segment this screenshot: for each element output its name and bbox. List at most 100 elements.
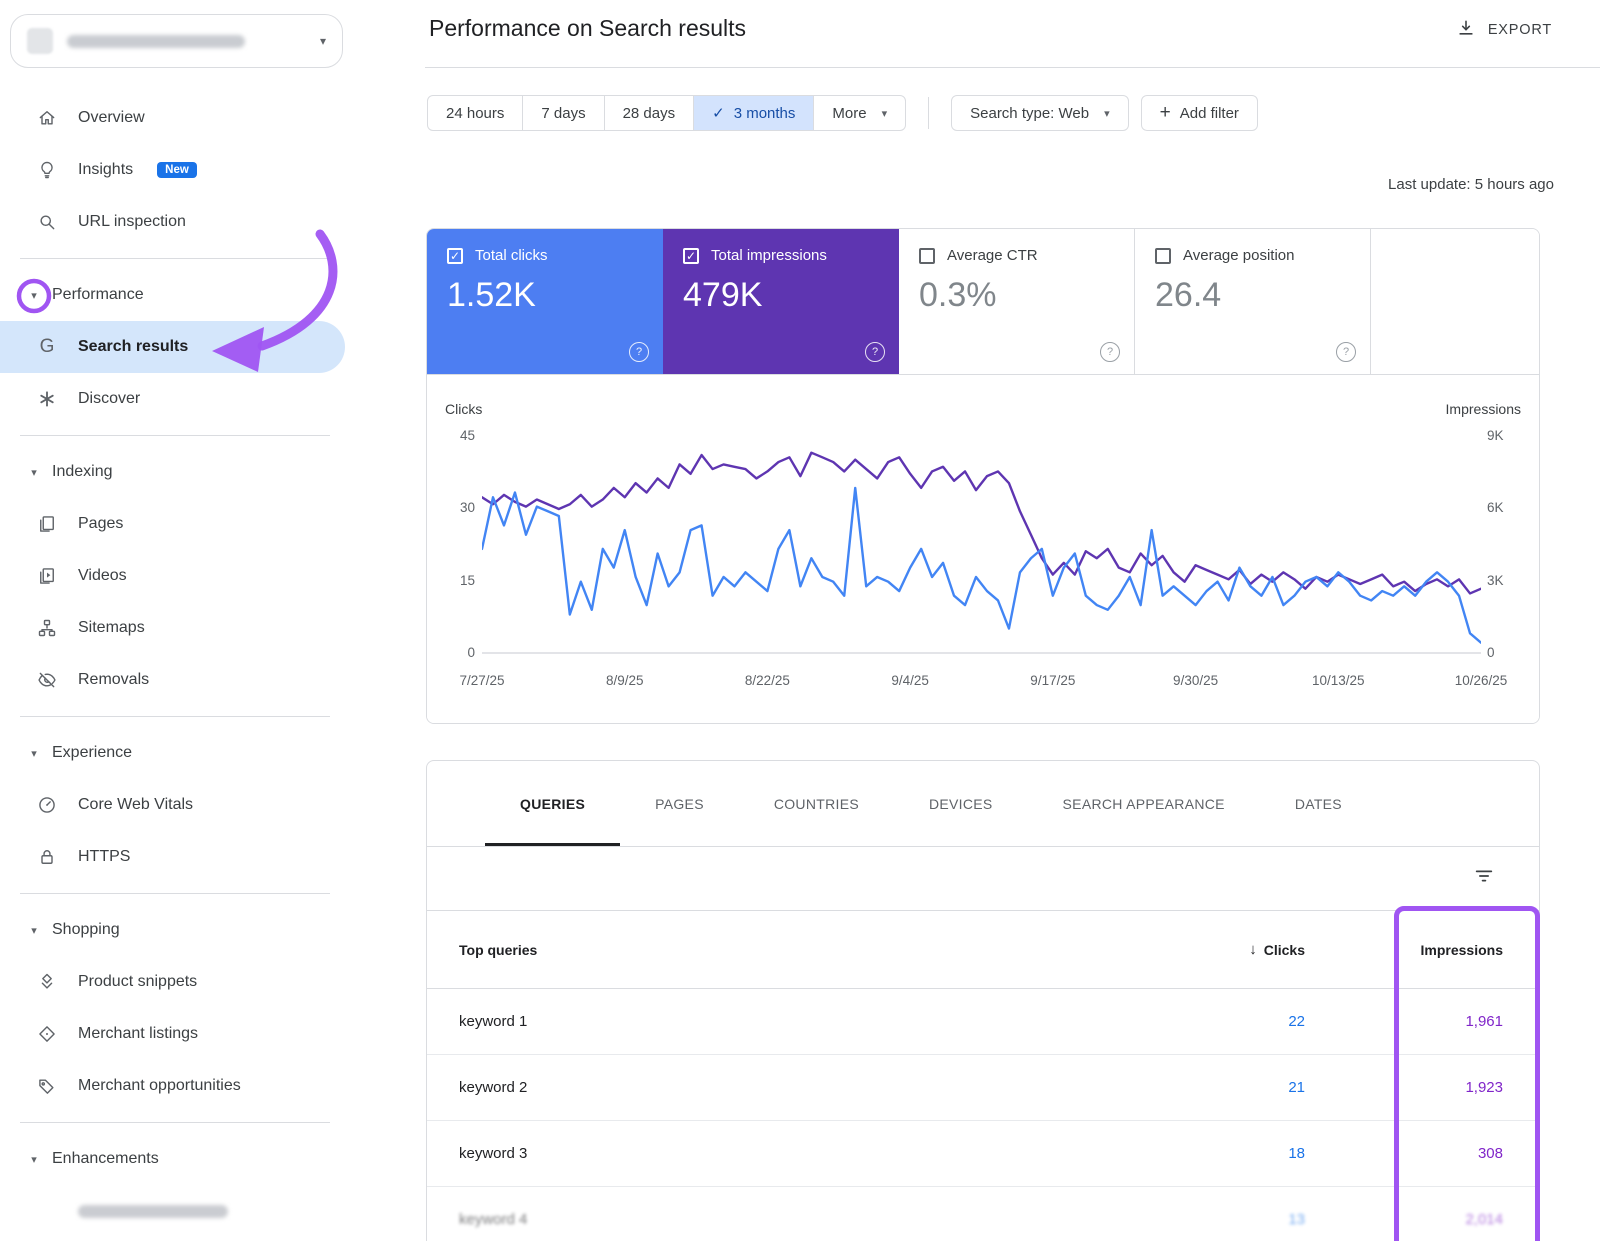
performance-panel: ✓ Total clicks 1.52K ? ✓ Total impressio… bbox=[426, 228, 1540, 724]
queries-table-panel: QUERIES PAGES COUNTRIES DEVICES SEARCH A… bbox=[426, 760, 1540, 1241]
sidebar-item-pages[interactable]: Pages bbox=[0, 498, 345, 550]
tab-queries[interactable]: QUERIES bbox=[485, 761, 620, 846]
metric-value: 26.4 bbox=[1155, 276, 1370, 315]
checkbox-checked-icon[interactable]: ✓ bbox=[447, 248, 463, 264]
sidebar-item-merchant-listings[interactable]: Merchant listings bbox=[0, 1008, 345, 1060]
checkbox-unchecked-icon[interactable] bbox=[1155, 248, 1171, 264]
sidebar-item-label: Product snippets bbox=[78, 973, 197, 991]
clicks-cell: 22 bbox=[1065, 1013, 1305, 1030]
y-tick-right: 9K bbox=[1487, 428, 1531, 443]
sidebar-item-label: Merchant opportunities bbox=[78, 1077, 241, 1095]
sidebar-item-label: HTTPS bbox=[78, 848, 130, 866]
export-button[interactable]: EXPORT bbox=[1456, 18, 1552, 42]
sidebar-item-https[interactable]: HTTPS bbox=[0, 831, 345, 883]
chevron-down-icon: ▾ bbox=[24, 747, 44, 760]
total-impressions-card[interactable]: ✓ Total impressions 479K ? bbox=[663, 229, 899, 374]
sidebar-section-experience[interactable]: ▾ Experience bbox=[0, 727, 345, 779]
tab-countries[interactable]: COUNTRIES bbox=[739, 761, 894, 846]
tab-dates[interactable]: DATES bbox=[1260, 761, 1377, 846]
col-header-top-queries[interactable]: Top queries bbox=[427, 942, 1065, 958]
impressions-cell: 1,961 bbox=[1305, 1013, 1539, 1030]
table-tabs: QUERIES PAGES COUNTRIES DEVICES SEARCH A… bbox=[427, 761, 1539, 847]
query-cell: keyword 3 bbox=[427, 1145, 1065, 1162]
property-favicon bbox=[27, 28, 53, 54]
help-icon[interactable]: ? bbox=[1100, 342, 1120, 362]
y-tick-left: 0 bbox=[437, 645, 475, 660]
sidebar-item-redacted[interactable] bbox=[0, 1185, 345, 1237]
filter-icon[interactable] bbox=[1473, 865, 1495, 892]
impressions-cell: 2,014 bbox=[1305, 1211, 1539, 1228]
chip-7-days[interactable]: 7 days bbox=[522, 95, 604, 131]
google-g-icon: G bbox=[36, 336, 58, 358]
tab-devices[interactable]: DEVICES bbox=[894, 761, 1028, 846]
placeholder-icon bbox=[36, 1200, 58, 1222]
sidebar-section-indexing[interactable]: ▾ Indexing bbox=[0, 446, 345, 498]
sidebar-item-overview[interactable]: Overview bbox=[0, 92, 345, 144]
sidebar-item-search-results[interactable]: G Search results bbox=[0, 321, 345, 373]
chip-24-hours[interactable]: 24 hours bbox=[427, 95, 523, 131]
chip-3-months-selected[interactable]: ✓ 3 months bbox=[693, 95, 814, 131]
eye-off-icon bbox=[36, 669, 58, 691]
sidebar-item-label: Sitemaps bbox=[78, 619, 145, 637]
add-filter-chip[interactable]: + Add filter bbox=[1141, 95, 1258, 131]
chip-28-days[interactable]: 28 days bbox=[604, 95, 695, 131]
clicks-cell: 13 bbox=[1065, 1211, 1305, 1228]
sidebar-item-discover[interactable]: Discover bbox=[0, 373, 345, 425]
divider bbox=[20, 435, 330, 436]
col-header-clicks[interactable]: ↓ Clicks bbox=[1065, 941, 1305, 958]
help-icon[interactable]: ? bbox=[629, 342, 649, 362]
checkbox-unchecked-icon[interactable] bbox=[919, 248, 935, 264]
left-axis-title: Clicks bbox=[445, 401, 482, 417]
help-icon[interactable]: ? bbox=[1336, 342, 1356, 362]
sidebar-item-sitemaps[interactable]: Sitemaps bbox=[0, 602, 345, 654]
chevron-down-icon: ▾ bbox=[24, 924, 44, 937]
sidebar-item-label: Pages bbox=[78, 515, 123, 533]
sidebar: ▾ Overview Insights New URL inspect bbox=[0, 0, 425, 1241]
divider bbox=[425, 67, 1600, 68]
table-row[interactable]: keyword 3 18 308 bbox=[427, 1121, 1539, 1187]
checkbox-checked-icon[interactable]: ✓ bbox=[683, 248, 699, 264]
sidebar-item-removals[interactable]: Removals bbox=[0, 654, 345, 706]
sidebar-item-label: Merchant listings bbox=[78, 1025, 198, 1043]
check-icon: ✓ bbox=[712, 104, 725, 122]
sidebar-section-label: Experience bbox=[52, 744, 132, 762]
date-range-chips: 24 hours 7 days 28 days ✓ 3 months More … bbox=[427, 95, 906, 131]
sidebar-item-videos[interactable]: Videos bbox=[0, 550, 345, 602]
sidebar-item-label: URL inspection bbox=[78, 213, 186, 231]
sidebar-section-performance[interactable]: ▾ Performance bbox=[0, 269, 345, 321]
sidebar-item-url-inspection[interactable]: URL inspection bbox=[0, 196, 345, 248]
search-type-chip[interactable]: Search type: Web ▾ bbox=[951, 95, 1128, 131]
total-clicks-card[interactable]: ✓ Total clicks 1.52K ? bbox=[427, 229, 663, 374]
lock-icon bbox=[36, 846, 58, 868]
impressions-cell: 308 bbox=[1305, 1145, 1539, 1162]
table-row[interactable]: keyword 4 13 2,014 bbox=[427, 1187, 1539, 1241]
average-position-card[interactable]: Average position 26.4 ? bbox=[1135, 229, 1371, 374]
sidebar-section-enhancements[interactable]: ▾ Enhancements bbox=[0, 1133, 345, 1185]
col-header-impressions[interactable]: Impressions bbox=[1305, 942, 1539, 958]
sidebar-item-merchant-opportunities[interactable]: Merchant opportunities bbox=[0, 1060, 345, 1112]
tab-search-appearance[interactable]: SEARCH APPEARANCE bbox=[1028, 761, 1260, 846]
sidebar-item-core-web-vitals[interactable]: Core Web Vitals bbox=[0, 779, 345, 831]
sidebar-item-product-snippets[interactable]: Product snippets bbox=[0, 956, 345, 1008]
property-selector[interactable]: ▾ bbox=[10, 14, 343, 68]
sidebar-item-label: Discover bbox=[78, 390, 140, 408]
table-row[interactable]: keyword 1 22 1,961 bbox=[427, 989, 1539, 1055]
average-ctr-card[interactable]: Average CTR 0.3% ? bbox=[899, 229, 1135, 374]
x-tick: 7/27/25 bbox=[459, 673, 504, 688]
divider bbox=[20, 258, 330, 259]
sidebar-nav: Overview Insights New URL inspection ▾ P… bbox=[0, 92, 345, 1237]
chevron-down-icon: ▾ bbox=[320, 34, 326, 48]
sidebar-item-label: Insights bbox=[78, 161, 133, 179]
tab-pages[interactable]: PAGES bbox=[620, 761, 739, 846]
y-tick-left: 45 bbox=[437, 428, 475, 443]
sidebar-item-label: Videos bbox=[78, 567, 127, 585]
sidebar-section-shopping[interactable]: ▾ Shopping bbox=[0, 904, 345, 956]
main-content: Performance on Search results EXPORT 24 … bbox=[425, 0, 1600, 1241]
chip-more[interactable]: More ▾ bbox=[813, 95, 906, 131]
sidebar-item-insights[interactable]: Insights New bbox=[0, 144, 345, 196]
help-icon[interactable]: ? bbox=[865, 342, 885, 362]
x-axis-labels: 7/27/25 8/9/25 8/22/25 9/4/25 9/17/25 9/… bbox=[482, 673, 1481, 693]
query-cell: keyword 1 bbox=[427, 1013, 1065, 1030]
table-row[interactable]: keyword 2 21 1,923 bbox=[427, 1055, 1539, 1121]
chart-plot-area[interactable] bbox=[482, 437, 1481, 654]
